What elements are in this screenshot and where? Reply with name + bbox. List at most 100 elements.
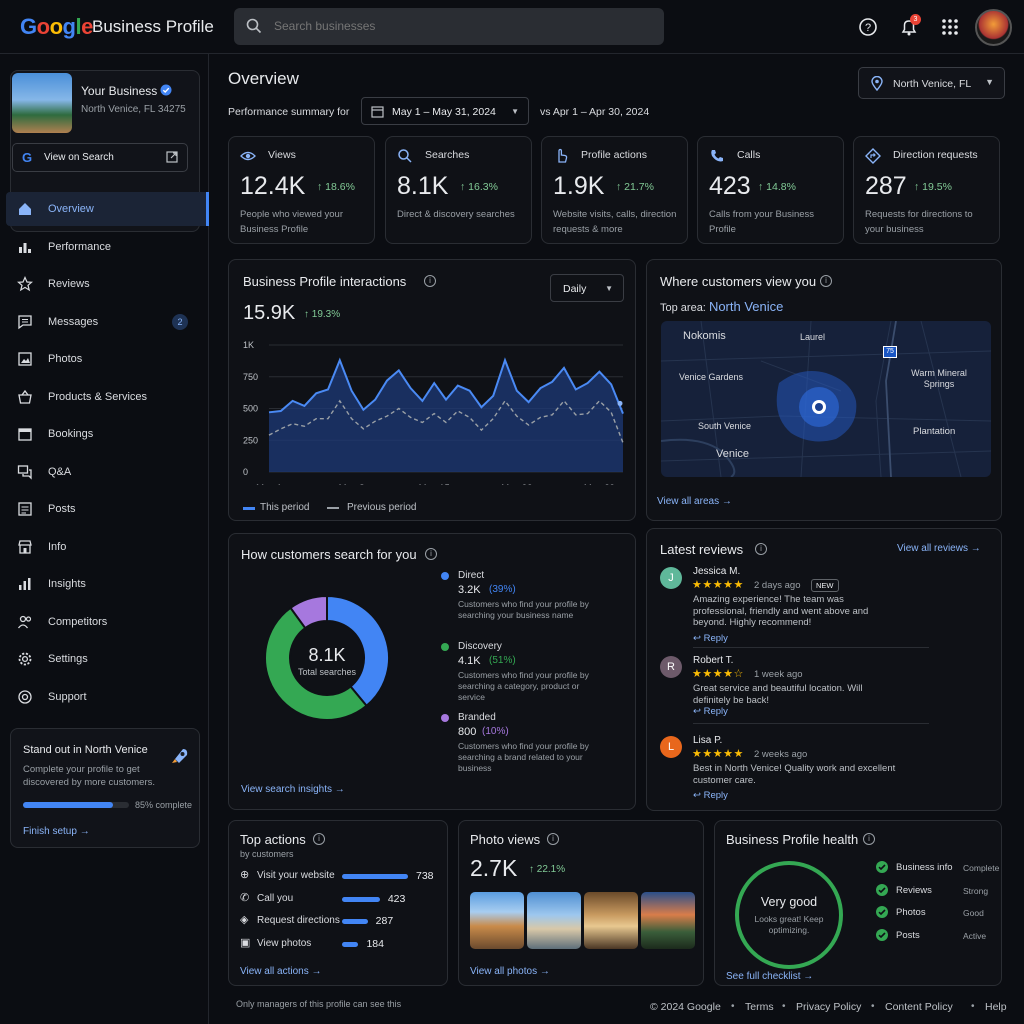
sidebar-item-posts[interactable]: Posts — [6, 492, 209, 526]
view-all-areas-label: View all areas — [657, 496, 720, 507]
health-note: Looks great! Keep optimizing. — [754, 914, 824, 935]
product-name: Business Profile — [92, 17, 214, 36]
photo-thumbnail[interactable] — [527, 892, 581, 949]
reply-button[interactable]: ↩ Reply — [693, 706, 728, 717]
stat-delta: ↑ 14.8% — [758, 181, 796, 193]
photo-thumbnail[interactable] — [584, 892, 638, 949]
search-icon — [397, 148, 413, 167]
arrow-right-icon: → — [721, 496, 732, 507]
sidebar-item-info[interactable]: Info — [6, 530, 209, 564]
sidebar-item-support[interactable]: Support — [6, 680, 209, 714]
info-icon[interactable]: i — [425, 548, 437, 560]
stat-description: Requests for directions to your business — [865, 209, 973, 235]
photo-thumbnail[interactable] — [641, 892, 695, 949]
info-icon[interactable]: i — [424, 275, 436, 287]
sidebar-item-insights[interactable]: Insights — [6, 567, 209, 601]
reply-button[interactable]: ↩ Reply — [693, 633, 728, 644]
view-search-insights-link[interactable]: View search insights → — [241, 784, 345, 795]
google-logo[interactable]: Google — [20, 14, 93, 40]
profile-health-card: Business Profile health i Very good Look… — [714, 820, 1002, 986]
arrow-right-icon: → — [334, 784, 345, 795]
check-circle-icon — [876, 861, 888, 873]
review-divider — [693, 647, 929, 648]
sidebar-item-label: Q&A — [48, 465, 72, 478]
action-bar — [342, 896, 380, 902]
sidebar-item-performance[interactable]: Performance — [6, 230, 209, 264]
info-icon[interactable]: i — [547, 833, 559, 845]
new-badge: NEW — [811, 579, 839, 592]
date-range-selector[interactable]: May 1 – May 31, 2024 ▼ — [361, 97, 529, 125]
arrow-right-icon: → — [803, 971, 814, 982]
sidebar-item-products-services[interactable]: Products & Services — [6, 380, 209, 414]
sidebar-item-overview[interactable]: Overview — [6, 192, 209, 226]
x-tick-label: May 15 — [419, 483, 450, 485]
period-dropdown[interactable]: Daily ▼ — [550, 274, 624, 302]
view-all-areas-link[interactable]: View all areas → — [657, 496, 732, 507]
footer-link-help[interactable]: Help — [985, 1001, 1007, 1013]
help-icon[interactable]: ? — [857, 16, 879, 38]
eye-icon — [240, 148, 256, 167]
footer-link-privacy-policy[interactable]: Privacy Policy — [796, 1001, 861, 1013]
search-input[interactable] — [274, 16, 644, 36]
date-range-label: May 1 – May 31, 2024 — [392, 106, 496, 118]
see-full-checklist-link[interactable]: See full checklist → — [726, 971, 813, 982]
finish-setup-link[interactable]: Finish setup → — [23, 826, 90, 837]
segment-description: Customers who find your profile by searc… — [458, 670, 589, 702]
review-divider — [693, 723, 929, 724]
y-tick-label: 500 — [243, 404, 258, 414]
business-address: North Venice, FL 34275 — [81, 104, 186, 115]
health-item-name: Business info — [896, 862, 953, 873]
top-area-value[interactable]: North Venice — [709, 299, 783, 314]
external-link-icon — [166, 151, 178, 163]
verified-badge-icon — [160, 84, 172, 96]
store-icon — [17, 539, 33, 555]
stat-card-searches[interactable]: Searches 8.1K ↑ 16.3% Direct & discovery se… — [385, 136, 532, 244]
support-icon — [17, 689, 33, 705]
search-bar[interactable] — [234, 8, 664, 45]
rating-stars: ★★★★☆ — [692, 668, 744, 680]
location-selector[interactable]: North Venice, FL ▼ — [858, 67, 1005, 99]
map-label-venice-gardens: Venice Gardens — [679, 372, 744, 382]
sidebar-item-messages[interactable]: Messages 2 — [6, 305, 209, 339]
sidebar-item-competitors[interactable]: Competitors — [6, 605, 209, 639]
setup-promo-card: Stand out in North Venice Complete your … — [10, 728, 200, 848]
x-tick-label: May 22 — [501, 483, 532, 485]
info-icon[interactable]: i — [820, 275, 832, 287]
info-icon[interactable]: i — [863, 833, 875, 845]
view-all-photos-link[interactable]: View all photos → — [470, 966, 550, 977]
sidebar-item-photos[interactable]: Photos — [6, 342, 209, 376]
setup-progress-text: 85% complete — [135, 800, 193, 810]
x-tick-label: May 1 — [256, 483, 282, 485]
view-all-actions-link[interactable]: View all actions → — [240, 966, 322, 977]
reply-button[interactable]: ↩ Reply — [693, 790, 728, 801]
info-icon[interactable]: i — [755, 543, 767, 555]
footer-separator: • — [731, 1001, 735, 1012]
legend-previous-period: Previous period — [347, 502, 417, 513]
sidebar-item-settings[interactable]: Settings — [6, 642, 209, 676]
photo-thumbnail[interactable] — [470, 892, 524, 949]
stat-card-calls[interactable]: Calls 423 ↑ 14.8% Calls from your Business … — [697, 136, 844, 244]
stat-label: Direction requests — [893, 149, 978, 161]
sidebar-item-bookings[interactable]: Bookings — [6, 417, 209, 451]
stat-delta: ↑ 21.7% — [616, 181, 654, 193]
info-icon[interactable]: i — [313, 833, 325, 845]
footer-link-content-policy[interactable]: Content Policy — [885, 1001, 953, 1013]
arrow-right-icon: → — [79, 826, 90, 837]
action-bar — [342, 919, 368, 924]
footer-link-terms[interactable]: Terms — [745, 1001, 774, 1013]
view-all-reviews-link[interactable]: View all reviews → — [897, 543, 981, 554]
apps-grid-icon[interactable] — [939, 16, 961, 38]
sidebar-item-reviews[interactable]: Reviews — [6, 267, 209, 301]
view-on-search-button[interactable]: G View on Search — [12, 143, 188, 172]
stat-card-views[interactable]: Views 12.4K ↑ 18.6% People who viewed your … — [228, 136, 375, 244]
sidebar-item-q-a[interactable]: Q&A — [6, 455, 209, 489]
view-all-actions-label: View all actions — [240, 966, 309, 977]
page-title: Overview — [228, 69, 299, 88]
reply-label: Reply — [703, 706, 728, 717]
area-map[interactable]: Nokomis Laurel 75 Venice Gardens Warm Mi… — [661, 321, 991, 477]
account-avatar[interactable] — [975, 9, 1012, 46]
total-searches-label: Total searches — [297, 667, 357, 677]
stat-card-direction-requests[interactable]: Direction requests 287 ↑ 19.5% Requests for… — [853, 136, 1000, 244]
location-pin-icon — [871, 76, 883, 91]
stat-card-profile-actions[interactable]: Profile actions 1.9K ↑ 21.7% Website visits… — [541, 136, 688, 244]
